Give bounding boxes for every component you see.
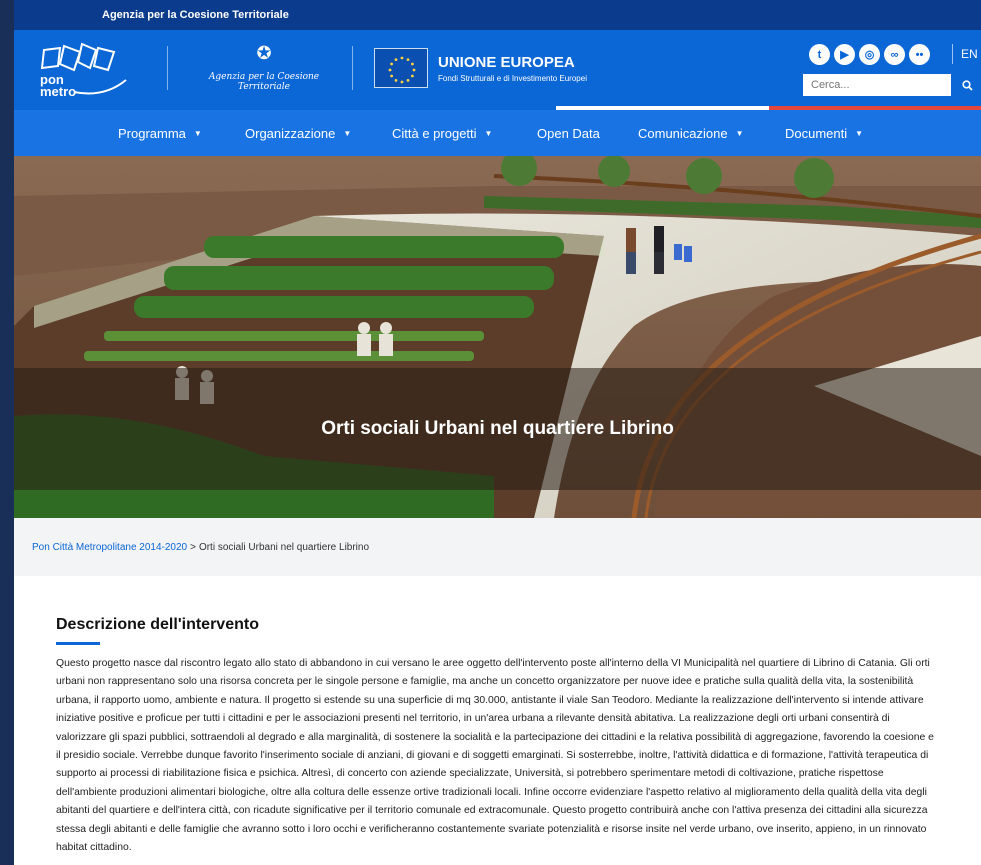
breadcrumb-home-link[interactable]: Pon Città Metropolitane 2014-2020 <box>32 542 187 553</box>
nav-open-data[interactable]: Open Data <box>537 126 638 141</box>
metro-word: metro <box>40 84 77 99</box>
nav-citta-e-progetti[interactable]: Città e progetti ▼ <box>392 126 537 141</box>
language-switch[interactable]: EN <box>952 44 978 64</box>
nav-label: Città e progetti <box>392 125 477 141</box>
description-text: Questo progetto nasce dal riscontro lega… <box>56 658 934 854</box>
pon-metro-logo[interactable]: pon metro <box>32 40 132 102</box>
header-divider <box>167 46 168 90</box>
nav-label: Programma <box>118 125 186 141</box>
eu-flag-icon <box>374 48 428 88</box>
agenzia-logo[interactable]: ✪ Agenzia per la Coesione Territoriale <box>184 42 344 98</box>
search-input[interactable] <box>803 74 951 96</box>
agenzia-script: Agenzia per la Coesione Territoriale <box>208 72 320 92</box>
youtube-icon[interactable]: ▶ <box>834 44 855 65</box>
hero-image: Orti sociali Urbani nel quartiere Librin… <box>14 156 981 518</box>
pon-metro-text: pon metro <box>40 73 77 99</box>
search-icon[interactable] <box>957 74 977 96</box>
chevron-down-icon: ▼ <box>484 128 493 138</box>
instagram-icon[interactable]: ◎ <box>859 44 880 65</box>
nav-label: Comunicazione <box>638 125 728 141</box>
social-links: t ▶ ◎ ∞ •• <box>809 44 930 65</box>
tricolor-stripe <box>344 106 981 110</box>
agency-link[interactable]: Agenzia per la Coesione Territoriale <box>102 9 289 21</box>
hero-title-band: Orti sociali Urbani nel quartiere Librin… <box>14 368 981 490</box>
eu-subtitle: Fondi Strutturali e di Investimento Euro… <box>438 74 587 83</box>
nav-label: Documenti <box>785 125 848 141</box>
flickr-icon[interactable]: •• <box>909 44 930 65</box>
site-header: pon metro ✪ Agenzia per la Coesione Terr… <box>14 30 981 110</box>
heading-underline <box>56 642 100 645</box>
nav-comunicazione[interactable]: Comunicazione ▼ <box>638 126 785 141</box>
breadcrumb-separator: > <box>190 541 196 553</box>
main-content: Descrizione dell'intervento Questo proge… <box>14 576 981 857</box>
nav-programma[interactable]: Programma ▼ <box>118 126 245 141</box>
tripadvisor-icon[interactable]: ∞ <box>884 44 905 65</box>
eu-title: UNIONE EUROPEA <box>438 54 575 71</box>
nav-label: Organizzazione <box>245 125 336 141</box>
chevron-down-icon: ▼ <box>855 128 864 138</box>
page-title: Orti sociali Urbani nel quartiere Librin… <box>321 418 674 439</box>
header-divider <box>352 46 353 90</box>
page-frame: Agenzia per la Coesione Territoriale pon… <box>14 0 981 865</box>
nav-documenti[interactable]: Documenti ▼ <box>785 126 863 141</box>
section-heading: Descrizione dell'intervento <box>56 616 259 633</box>
chevron-down-icon: ▼ <box>343 128 352 138</box>
chevron-down-icon: ▼ <box>193 128 202 138</box>
chevron-down-icon: ▼ <box>735 128 744 138</box>
twitter-icon[interactable]: t <box>809 44 830 65</box>
top-bar: Agenzia per la Coesione Territoriale <box>14 0 981 30</box>
nav-organizzazione[interactable]: Organizzazione ▼ <box>245 126 392 141</box>
eu-text: UNIONE EUROPEA Fondi Strutturali e di In… <box>438 54 587 83</box>
breadcrumb: Pon Città Metropolitane 2014-2020 > Orti… <box>14 518 981 576</box>
breadcrumb-current: Orti sociali Urbani nel quartiere Librin… <box>198 541 370 553</box>
nav-label: Open Data <box>537 125 600 141</box>
italian-emblem-icon: ✪ <box>256 43 272 63</box>
main-nav: Programma ▼ Organizzazione ▼ Città e proge… <box>14 110 981 156</box>
